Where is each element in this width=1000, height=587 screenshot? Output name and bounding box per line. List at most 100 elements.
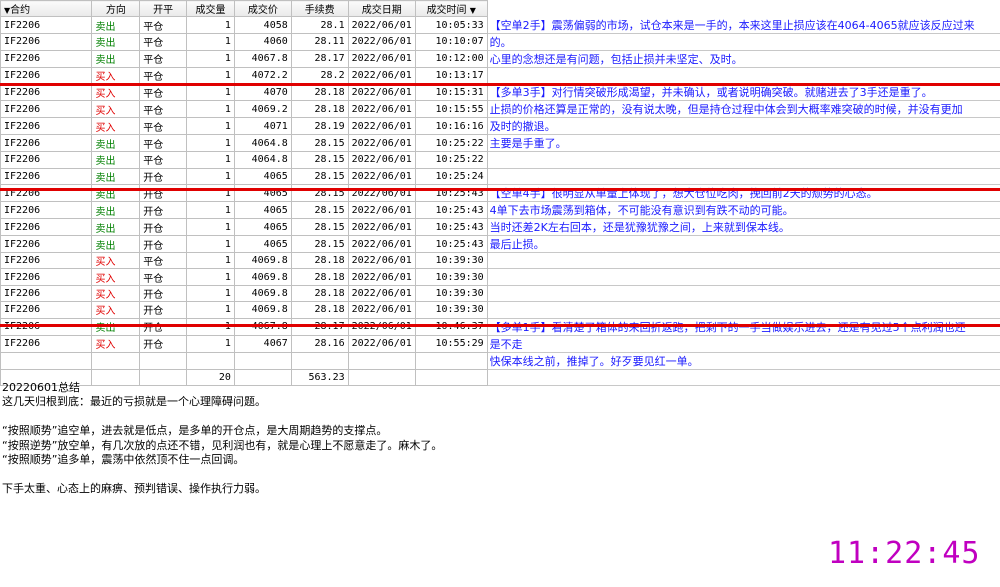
cell-contract: IF2206: [0, 235, 93, 254]
cell-oc: 平仓: [139, 252, 188, 270]
cell-oc: 开仓: [139, 235, 188, 254]
sort-down-icon[interactable]: ▼: [470, 6, 476, 15]
cell-price: 4069.2: [233, 100, 292, 119]
table-row[interactable]: IF2206 卖出 开仓 1 4065 28.15 2022/06/01 10:25:43 4单…: [0, 201, 1000, 220]
cell-fee: 28.18: [290, 100, 349, 119]
note-text: 止损的价格还算是正常的，没有说太晚，但是持仓过程中体会到大概率难突破的时候，并没…: [487, 100, 1000, 119]
col-header-fee[interactable]: 手续费: [290, 0, 349, 18]
cell-contract: [0, 351, 93, 370]
table-row[interactable]: IF2206 买入 开仓 1 4067 28.16 2022/06/01 10:55:29 是不…: [0, 334, 1000, 353]
col-header-open-close[interactable]: 开平: [139, 0, 188, 18]
table-row[interactable]: IF2206 卖出 开仓 1 4065 28.15 2022/06/01 10:25:43 最后…: [0, 235, 1000, 254]
cell-contract: IF2206: [0, 268, 93, 286]
cell-vol: 1: [186, 235, 235, 254]
cell-time: 10:55:29: [414, 334, 488, 353]
cell-contract: IF2206: [0, 201, 93, 220]
col-header-contract[interactable]: ▼合约: [0, 0, 93, 18]
cell-vol: 1: [186, 32, 235, 51]
summary-line: 20220601总结: [2, 381, 80, 394]
table-row[interactable]: IF2206 买入 开仓 1 4069.8 28.18 2022/06/01 10:39:30: [0, 301, 1000, 319]
cell-price: 4064.8: [233, 134, 292, 153]
cell-contract: IF2206: [0, 83, 93, 102]
table-row[interactable]: IF2206 买入 平仓 1 4069.8 28.18 2022/06/01 10:39:30: [0, 252, 1000, 270]
cell-dir: 买入: [91, 100, 141, 119]
table-row[interactable]: IF2206 卖出 平仓 1 4060 28.11 2022/06/01 10:10:07 的。: [0, 32, 1000, 51]
table-row[interactable]: IF2206 卖出 平仓 1 4064.8 28.15 2022/06/01 10:25:22…: [0, 134, 1000, 153]
summary-text: 20220601总结 这几天归根到底：最近的亏损就是一个心理障碍问题。 “按照顺…: [2, 381, 442, 496]
col-header-volume[interactable]: 成交量: [186, 0, 235, 18]
summary-line: “按照顺势”追多单，震荡中依然顶不住一点回调。: [2, 452, 245, 466]
cell-oc: 平仓: [139, 66, 188, 85]
cell-dir: 卖出: [91, 201, 141, 220]
table-row[interactable]: IF2206 卖出 平仓 1 4064.8 28.15 2022/06/01 10:25:22: [0, 151, 1000, 169]
col-header-direction[interactable]: 方向: [91, 0, 141, 18]
table-row[interactable]: IF2206 买入 平仓 1 4072.2 28.2 2022/06/01 10:13:17: [0, 66, 1000, 85]
note-text: [487, 301, 1000, 319]
cell-date: 2022/06/01: [347, 268, 416, 286]
table-row[interactable]: 快保本线之前，推掉了。好歹要见红一单。: [0, 351, 1000, 370]
cell-price: 4064.8: [233, 151, 292, 169]
cell-date: 2022/06/01: [347, 334, 416, 353]
summary-line: [2, 467, 442, 481]
cell-contract: IF2206: [0, 167, 93, 186]
table-row[interactable]: IF2206 卖出 开仓 1 4065 28.15 2022/06/01 10:25:24: [0, 167, 1000, 186]
cell-oc: 平仓: [139, 32, 188, 51]
cell-price: 4065: [233, 167, 292, 186]
cell-date: 2022/06/01: [347, 151, 416, 169]
cell-fee: 28.17: [290, 49, 349, 68]
col-header-price[interactable]: 成交价: [233, 0, 292, 18]
note-empty: [487, 369, 1000, 387]
col-header-time[interactable]: 成交时间 ▼: [414, 0, 488, 18]
cell-contract: IF2206: [0, 151, 93, 169]
cell-fee: 28.11: [290, 32, 349, 51]
cell-contract: IF2206: [0, 117, 93, 136]
cell-date: 2022/06/01: [347, 32, 416, 51]
cell-date: 2022/06/01: [347, 235, 416, 254]
col-header-note: [487, 0, 1000, 17]
cell-time: 10:16:16: [414, 117, 488, 136]
table-row[interactable]: IF2206 买入 平仓 1 4070 28.18 2022/06/01 10:15:31 【多…: [0, 83, 1000, 102]
table-row[interactable]: IF2206 卖出 开仓 1 4065 28.15 2022/06/01 10:25:43 当时…: [0, 218, 1000, 237]
cell-time: 10:25:43: [414, 218, 488, 237]
cell-time: 10:25:43: [414, 235, 488, 254]
cell-date: 2022/06/01: [347, 66, 416, 85]
cell-fee: 28.1: [290, 16, 349, 34]
cell-oc: 平仓: [139, 134, 188, 153]
table-row[interactable]: IF2206 买入 平仓 1 4071 28.19 2022/06/01 10:16:16 及时…: [0, 117, 1000, 136]
note-text: 最后止损。: [487, 235, 1000, 254]
cell-vol: 1: [186, 284, 235, 303]
cell-fee: [290, 351, 349, 370]
table-row[interactable]: IF2206 买入 开仓 1 4069.8 28.18 2022/06/01 10:39:30: [0, 284, 1000, 303]
cell-fee: 28.2: [290, 66, 349, 85]
col-header-date[interactable]: 成交日期: [347, 0, 416, 18]
cell-dir: 买入: [91, 334, 141, 353]
cell-contract: IF2206: [0, 49, 93, 68]
cell-oc: 开仓: [139, 301, 188, 319]
cell-vol: 1: [186, 151, 235, 169]
cell-fee: 28.18: [290, 252, 349, 270]
cell-vol: 1: [186, 16, 235, 34]
cell-dir: 买入: [91, 301, 141, 319]
cell-vol: [186, 351, 235, 370]
table-row[interactable]: IF2206 卖出 平仓 1 4058 28.1 2022/06/01 10:05:33 【空单…: [0, 16, 1000, 34]
cell-date: 2022/06/01: [347, 252, 416, 270]
divider-line: [0, 83, 1000, 86]
cell-vol: 1: [186, 83, 235, 102]
cell-oc: [139, 351, 188, 370]
cell-vol: 1: [186, 66, 235, 85]
table-row[interactable]: IF2206 卖出 平仓 1 4067.8 28.17 2022/06/01 10:12:00…: [0, 49, 1000, 68]
cell-oc: 平仓: [139, 83, 188, 102]
table-row[interactable]: IF2206 买入 平仓 1 4069.2 28.18 2022/06/01 10:15:55…: [0, 100, 1000, 119]
table-row[interactable]: IF2206 买入 平仓 1 4069.8 28.18 2022/06/01 10:39:30: [0, 268, 1000, 286]
summary-line: [2, 410, 442, 424]
table-header-row: ▼合约 方向 开平 成交量 成交价 手续费 成交日期 成交时间 ▼: [0, 0, 1000, 18]
cell-contract: IF2206: [0, 134, 93, 153]
cell-vol: 1: [186, 218, 235, 237]
note-text: 4单下去市场震荡到箱体，不可能没有意识到有跌不动的可能。: [487, 201, 1000, 220]
cell-date: 2022/06/01: [347, 117, 416, 136]
cell-vol: 1: [186, 301, 235, 319]
cell-contract: IF2206: [0, 100, 93, 119]
cell-oc: 平仓: [139, 16, 188, 34]
cell-time: 10:15:31: [414, 83, 488, 102]
cell-time: 10:25:24: [414, 167, 488, 186]
